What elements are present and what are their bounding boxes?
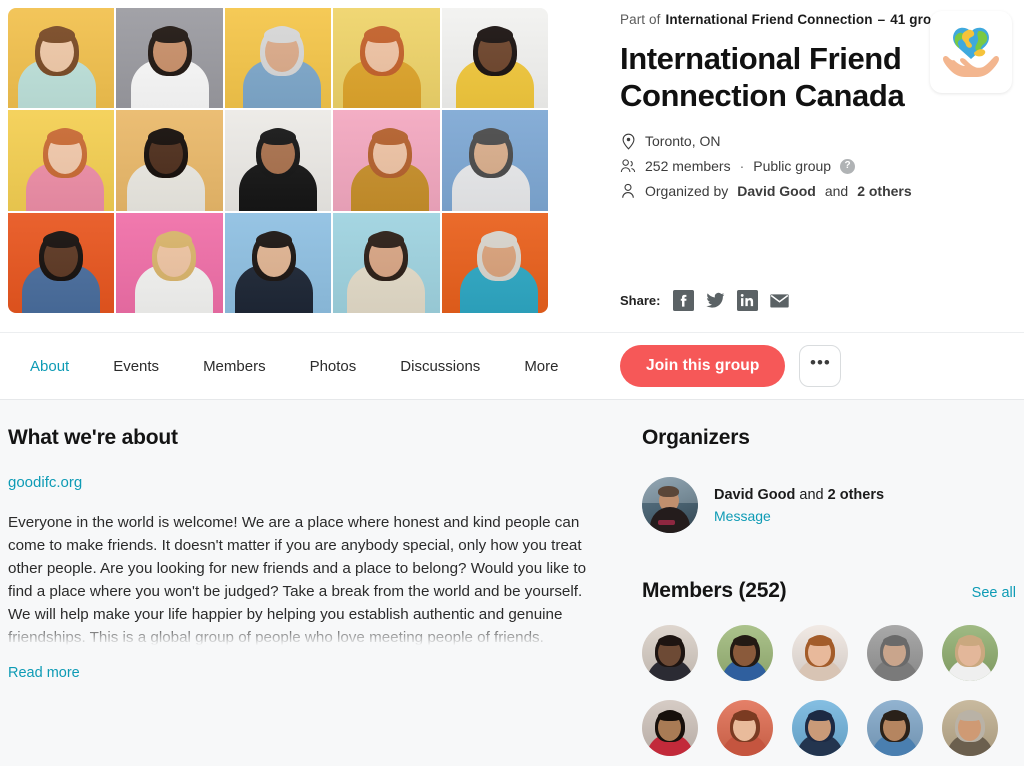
meta-separator: · <box>739 158 745 174</box>
collage-photo-2 <box>116 8 223 109</box>
tab-more[interactable]: More <box>502 358 580 375</box>
member-avatar-grid <box>642 625 1016 756</box>
member-avatar-5[interactable] <box>942 625 998 681</box>
group-page: Part of International Friend Connection … <box>0 0 1024 766</box>
organizer-name-link[interactable]: David Good <box>737 183 816 199</box>
twitter-share-icon[interactable] <box>705 290 726 311</box>
share-label: Share: <box>620 293 661 308</box>
see-all-members-link[interactable]: See all <box>972 585 1016 601</box>
share-row: Share: <box>620 290 790 311</box>
group-website-link[interactable]: goodifc.org <box>8 474 596 491</box>
member-avatar-4[interactable] <box>867 625 923 681</box>
privacy-help-icon[interactable]: ? <box>840 158 856 174</box>
organizer-name-line: David Good and 2 others <box>714 487 884 503</box>
member-avatar-1[interactable] <box>642 625 698 681</box>
member-avatar-8[interactable] <box>792 700 848 756</box>
tab-discussions[interactable]: Discussions <box>378 358 502 375</box>
text-fade-overlay <box>8 623 596 649</box>
collage-photo-15 <box>441 212 548 313</box>
group-actions: Join this group ••• <box>620 345 842 387</box>
page-title: International Friend Connection Canada <box>620 41 905 113</box>
group-location: Toronto, ON <box>645 133 721 149</box>
about-section-title: What we're about <box>8 426 178 449</box>
linkedin-share-icon[interactable] <box>737 290 759 311</box>
collage-photo-5 <box>441 8 548 109</box>
member-avatar-6[interactable] <box>642 700 698 756</box>
organizer-others-link[interactable]: 2 others <box>857 183 911 199</box>
collage-photo-13 <box>224 212 332 313</box>
member-avatar-2[interactable] <box>717 625 773 681</box>
tab-photos[interactable]: Photos <box>288 358 379 375</box>
collage-photo-6 <box>8 110 115 211</box>
earth-heart-in-hands-icon <box>943 27 999 77</box>
read-more-link[interactable]: Read more <box>8 665 596 681</box>
collage-photo-9 <box>333 110 440 211</box>
organizer-details: David Good and 2 others Message <box>714 487 884 524</box>
member-avatar-3[interactable] <box>792 625 848 681</box>
members-section-title: Members (252) <box>642 579 787 602</box>
collage-photo-10 <box>441 110 548 211</box>
organizers-section-title: Organizers <box>642 426 750 449</box>
collage-photo-7 <box>116 110 223 211</box>
facebook-share-icon[interactable] <box>673 290 695 311</box>
tab-members[interactable]: Members <box>181 358 288 375</box>
join-this-group-button[interactable]: Join this group <box>620 345 786 387</box>
breadcrumb-network-link[interactable]: International Friend Connection <box>665 12 872 27</box>
location-pin-icon <box>620 132 636 150</box>
organizer-card[interactable]: David Good and 2 others Message <box>642 477 1016 533</box>
email-share-icon[interactable] <box>769 290 790 311</box>
member-avatar-7[interactable] <box>717 700 773 756</box>
collage-photo-8 <box>224 110 332 211</box>
collage-photo-12 <box>116 212 223 313</box>
group-tab-bar: About Events Members Photos Discussions More … <box>0 332 1024 400</box>
collage-photo-14 <box>333 212 440 313</box>
organizer-and: and <box>824 183 849 199</box>
group-logo-badge <box>930 11 1012 93</box>
collage-photo-3 <box>224 8 332 109</box>
organized-by-label: Organized by <box>645 183 729 199</box>
members-group-icon <box>620 157 636 175</box>
organizer-row: Organized by David Good and 2 others <box>620 182 1012 200</box>
collage-photo-4 <box>333 8 440 109</box>
group-sidebar: Organizers David Good and 2 others Messa… <box>642 426 1016 756</box>
tab-events[interactable]: Events <box>91 358 181 375</box>
tab-about[interactable]: About <box>8 358 91 375</box>
about-description: Everyone in the world is welcome! We are… <box>8 511 596 649</box>
breadcrumb-dash: – <box>877 12 886 27</box>
members-section-header: Members (252) See all <box>642 579 1016 603</box>
message-organizer-link[interactable]: Message <box>714 508 884 524</box>
tab-list: About Events Members Photos Discussions More <box>0 358 581 375</box>
group-privacy: Public group <box>753 158 832 174</box>
organizer-other-count: 2 others <box>827 486 885 503</box>
collage-photo-11 <box>8 212 115 313</box>
member-count: 252 members <box>645 158 731 174</box>
breadcrumb-prefix: Part of <box>620 12 661 27</box>
person-icon <box>620 182 636 200</box>
group-header-section: Part of International Friend Connection … <box>0 0 1024 332</box>
group-body: What we're about goodifc.org Everyone in… <box>0 400 1024 766</box>
location-row: Toronto, ON <box>620 132 1012 150</box>
more-options-button[interactable]: ••• <box>799 345 842 387</box>
member-avatar-9[interactable] <box>867 700 923 756</box>
about-section: What we're about goodifc.org Everyone in… <box>8 426 596 681</box>
organizer-primary-name: David Good <box>714 486 796 503</box>
avatar[interactable] <box>642 477 698 533</box>
group-photo-collage[interactable] <box>8 8 548 313</box>
membership-row: 252 members · Public group ? <box>620 157 1012 175</box>
organizer-and-label: and <box>799 486 824 503</box>
member-avatar-10[interactable] <box>942 700 998 756</box>
collage-photo-1 <box>8 8 115 109</box>
